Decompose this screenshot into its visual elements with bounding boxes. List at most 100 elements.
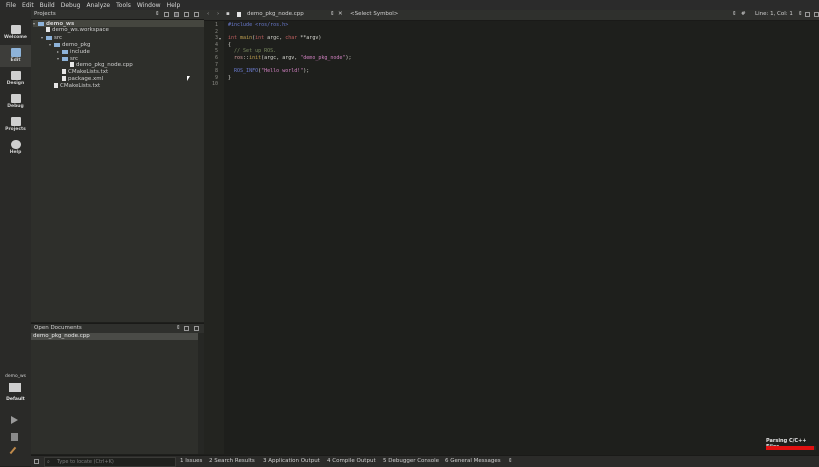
mode-label: Debug: [7, 104, 24, 109]
forward-icon[interactable]: ›: [217, 10, 219, 19]
close-editor-icon[interactable]: [814, 12, 819, 17]
hash-indicator: #: [741, 11, 746, 17]
code-token: char: [285, 35, 301, 42]
edit-icon: [10, 48, 21, 57]
run-icon[interactable]: [11, 416, 18, 424]
monitor-icon[interactable]: [9, 383, 21, 392]
output-tab[interactable]: 4 Compile Output: [327, 456, 376, 466]
code-token: ros: [228, 55, 244, 61]
debug-run-icon[interactable]: [11, 433, 18, 441]
menu-help[interactable]: Help: [167, 2, 181, 9]
dropdown-arrows-icon[interactable]: ⇕: [330, 10, 335, 19]
toggle-sidebar-icon[interactable]: [34, 459, 39, 464]
code-editor[interactable]: [224, 21, 819, 454]
code-token: }: [228, 74, 232, 81]
code-token: );: [303, 68, 310, 75]
code-token: argc,: [267, 35, 286, 42]
mode-label: Help: [9, 150, 22, 155]
menu-file[interactable]: File: [6, 2, 16, 9]
search-icon: ⌕: [47, 459, 50, 465]
mode-edit[interactable]: Edit: [0, 45, 31, 67]
tree-item[interactable]: ▾ demo_ws: [33, 20, 204, 27]
close-pane-icon[interactable]: [194, 326, 199, 331]
tree-item[interactable]: package.xml: [57, 76, 103, 83]
menu-debug[interactable]: Debug: [61, 2, 81, 9]
dropdown-arrows-icon[interactable]: ⇕: [176, 324, 181, 333]
tree-item[interactable]: ▸ include: [57, 48, 90, 55]
open-document-label: demo_pkg_node.cpp: [33, 333, 90, 339]
current-file-label[interactable]: demo_pkg_node.cpp: [247, 10, 304, 19]
code-token: int: [228, 35, 241, 42]
tree-item[interactable]: demo_ws.workspace: [41, 27, 109, 34]
code-token: "Hello world!": [261, 68, 304, 75]
mode-label: Design: [6, 81, 25, 86]
output-tab[interactable]: 6 General Messages: [445, 456, 501, 466]
menu-edit[interactable]: Edit: [22, 2, 34, 9]
mode-help[interactable]: Help: [0, 137, 31, 159]
tree-item[interactable]: demo_pkg_node.cpp: [65, 62, 133, 69]
kit-config-name: Default: [6, 397, 25, 402]
tree-item[interactable]: ▾ demo_pkg: [49, 41, 91, 48]
output-tab[interactable]: 2 Search Results: [209, 456, 255, 466]
code-token: {: [228, 41, 232, 48]
parsing-progress-fill: [766, 446, 814, 450]
code-line: #include <ros/ros.h>: [228, 22, 288, 29]
mode-welcome[interactable]: Welcome: [0, 22, 31, 44]
dropdown-arrows-icon[interactable]: ⇕: [155, 10, 160, 19]
fold-arrow-icon[interactable]: ▾: [219, 35, 221, 42]
close-file-icon[interactable]: ✕: [338, 10, 343, 19]
tree-item[interactable]: ▾ src: [57, 55, 78, 62]
menu-tools[interactable]: Tools: [116, 2, 131, 9]
code-line: }: [228, 75, 231, 82]
menu-window[interactable]: Window: [137, 2, 161, 9]
locator-placeholder: Type to locate (Ctrl+K): [57, 459, 114, 465]
folder-icon: [62, 57, 68, 61]
back-icon[interactable]: ‹: [207, 10, 209, 19]
open-documents-list: [31, 333, 204, 454]
editor-toolbar: ‹ › ▪ demo_pkg_node.cpp ⇕ ✕ <Select Symb…: [204, 10, 819, 21]
output-tab[interactable]: 5 Debugger Console: [383, 456, 439, 466]
code-token: "demo_pkg_node": [300, 55, 346, 61]
folder-icon: [46, 36, 52, 40]
dropdown-arrows-icon[interactable]: ⇕: [732, 10, 737, 19]
parsing-progress-track: [766, 446, 816, 450]
grid-icon: [10, 25, 21, 34]
tree-item-label: CMakeLists.txt: [68, 69, 109, 75]
output-tab[interactable]: 3 Application Output: [263, 456, 320, 466]
mode-projects[interactable]: Projects: [0, 114, 31, 136]
menu-build[interactable]: Build: [40, 2, 55, 9]
file-icon: [237, 12, 241, 17]
bug-icon: [10, 94, 21, 103]
mode-label: Welcome: [4, 35, 27, 40]
symbol-selector[interactable]: <Select Symbol>: [350, 10, 398, 19]
open-document-item[interactable]: demo_pkg_node.cpp: [31, 333, 198, 340]
cursor-position[interactable]: Line: 1, Col: 1: [755, 10, 793, 19]
tree-item[interactable]: CMakeLists.txt: [57, 69, 108, 76]
file-icon: [62, 69, 66, 74]
kit-project-name: demo_ws: [4, 374, 27, 379]
tree-item[interactable]: CMakeLists.txt: [49, 83, 100, 90]
split-icon[interactable]: [805, 12, 810, 17]
sync-icon[interactable]: [174, 12, 179, 17]
tree-item[interactable]: ▾ src: [41, 34, 62, 41]
file-icon: [54, 83, 58, 88]
file-icon: [46, 27, 50, 32]
tree-item-label: demo_ws.workspace: [52, 27, 109, 33]
dropdown-arrows-icon[interactable]: ⇕: [508, 456, 513, 466]
file-icon: [62, 76, 66, 81]
line-number: 10: [211, 81, 218, 88]
code-token: );: [345, 55, 352, 61]
code-line: ROS_INFO("Hello world!");: [228, 68, 309, 75]
split-icon[interactable]: [184, 12, 189, 17]
code-token: (argc, argv,: [261, 55, 301, 61]
filter-icon[interactable]: [164, 12, 169, 17]
output-tab[interactable]: 1 Issues: [180, 456, 202, 466]
folder-icon: [54, 43, 60, 47]
mode-design[interactable]: Design: [0, 68, 31, 90]
mode-debug[interactable]: Debug: [0, 91, 31, 113]
close-pane-icon[interactable]: [194, 12, 199, 17]
menu-analyze[interactable]: Analyze: [86, 2, 110, 9]
dropdown-arrows-icon[interactable]: ⇕: [798, 10, 803, 19]
split-icon[interactable]: [184, 326, 189, 331]
mode-label: Edit: [10, 58, 21, 63]
